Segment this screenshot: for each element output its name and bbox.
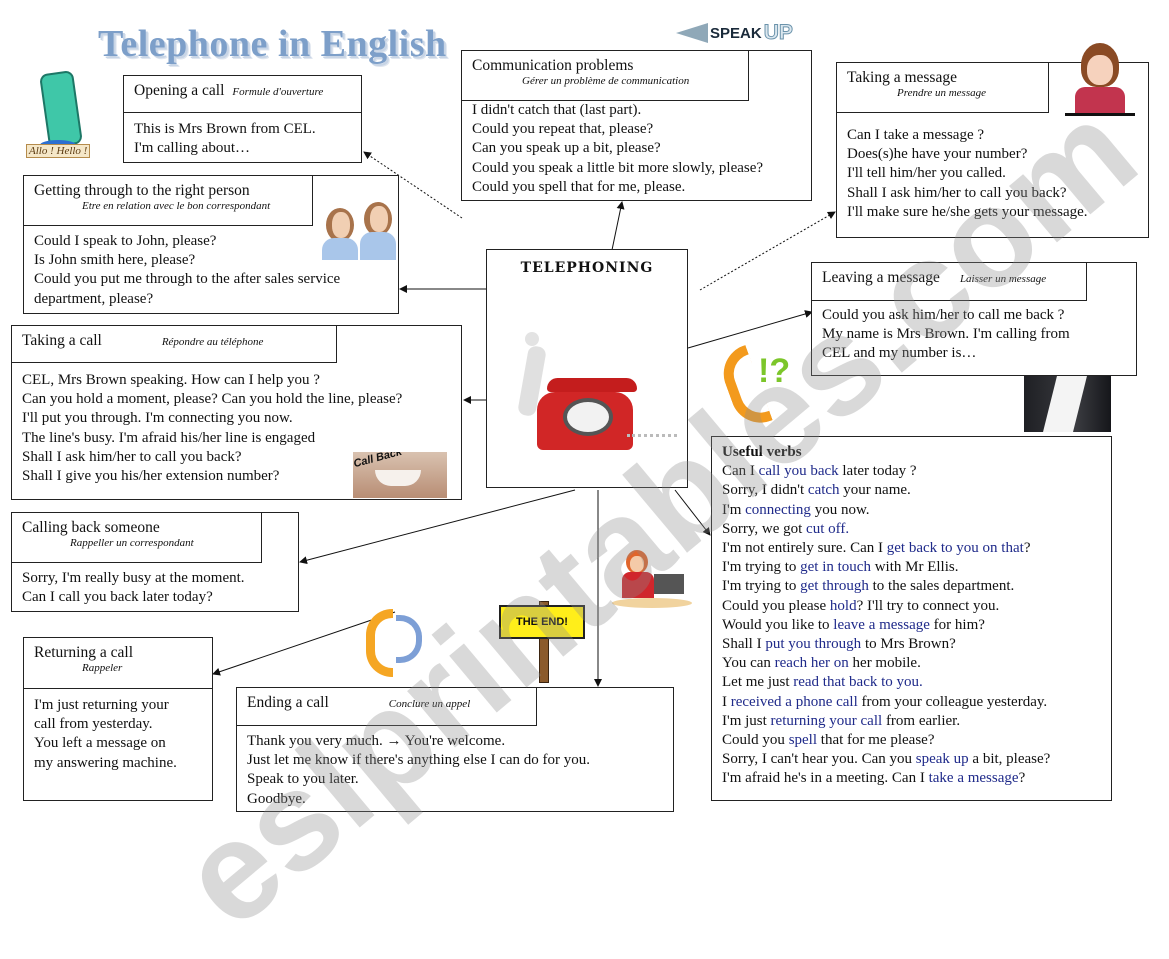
section-body: I didn't catch that (last part). Could y… xyxy=(472,102,764,195)
useful-verb-line: I'm afraid he's in a meeting. Can I take… xyxy=(722,770,1026,787)
red-telephone-image xyxy=(497,290,679,485)
section-header: Getting through to the right person Etre… xyxy=(23,175,313,226)
return-call-icon xyxy=(362,605,430,677)
section-getting-through: Getting through to the right person Etre… xyxy=(23,175,399,314)
useful-verb-line: Let me just read that back to you. xyxy=(722,674,923,691)
section-header: Returning a call Rappeler xyxy=(23,637,213,689)
section-leaving-message: Leaving a message Laisser un message Cou… xyxy=(811,262,1137,376)
speak-up-logo: SPEAK UP xyxy=(676,18,793,48)
office-worker-image xyxy=(612,550,692,632)
section-returning-call: Returning a call Rappeler I'm just retur… xyxy=(23,637,213,801)
section-communication-problems: Communication problems Gérer un problème… xyxy=(461,50,812,201)
verb-highlight: read that back to you. xyxy=(793,674,923,691)
call-back-image: Call Back xyxy=(353,452,447,498)
verb-highlight: catch xyxy=(807,482,840,499)
notepad-image xyxy=(1024,376,1111,432)
stick-figure xyxy=(525,332,539,346)
useful-verbs-list: Useful verbs Can I call you back later t… xyxy=(722,443,1050,789)
arrow-to-calling-back xyxy=(299,489,576,565)
section-taking-call: Taking a call Répondre au téléphone CEL,… xyxy=(11,325,462,500)
useful-verb-line: I'm trying to get through to the sales d… xyxy=(722,578,1015,595)
section-header: Calling back someone Rappeller un corres… xyxy=(11,512,262,563)
useful-verb-line: You can reach her on her mobile. xyxy=(722,655,921,672)
useful-verb-line: Can I call you back later today ? xyxy=(722,463,917,480)
useful-verb-line: Could you please hold? I'll try to conne… xyxy=(722,597,1000,614)
allo-hello-label: Allo ! Hello ! xyxy=(26,144,91,158)
receptionist-image xyxy=(1065,39,1135,121)
verb-highlight: cut off. xyxy=(806,520,850,537)
page-title: Telephone in English xyxy=(98,23,447,65)
section-header: Communication problems Gérer un problème… xyxy=(461,50,749,101)
section-ending-call: Ending a call Conclure un appel Thank yo… xyxy=(236,687,674,812)
section-body: Could you ask him/her to call me back ? … xyxy=(822,307,1070,362)
section-header: Opening a call Formule d'ouverture xyxy=(123,75,362,113)
section-body: This is Mrs Brown from CEL. I'm calling … xyxy=(134,121,316,157)
arrow-to-useful-verbs xyxy=(674,489,711,536)
section-body: Sorry, I'm really busy at the moment. Ca… xyxy=(22,570,245,606)
verb-highlight: returning your call xyxy=(770,712,883,729)
verb-highlight: get through xyxy=(800,578,869,595)
section-header: Ending a call Conclure un appel xyxy=(236,687,537,726)
section-body: Thank you very much. → You're welcome. J… xyxy=(247,733,591,807)
section-body: Could I speak to John, please? Is John s… xyxy=(34,233,341,307)
section-taking-message: Taking a message Prendre un message Can … xyxy=(836,43,1149,238)
useful-verb-line: Sorry, I didn't catch your name. xyxy=(722,482,911,499)
section-calling-back: Calling back someone Rappeller un corres… xyxy=(11,512,299,612)
useful-verb-line: Sorry, I can't hear you. Can you speak u… xyxy=(722,751,1051,768)
useful-verb-line: I'm trying to get in touch with Mr Ellis… xyxy=(722,559,959,576)
useful-verb-line: I received a phone call from your collea… xyxy=(722,693,1048,710)
arrow-to-communication xyxy=(611,201,625,251)
section-header: Leaving a message Laisser un message xyxy=(811,262,1087,301)
verb-highlight: leave a message xyxy=(833,616,930,633)
useful-verb-line: Sorry, we got cut off. xyxy=(722,520,850,537)
section-body: CEL, Mrs Brown speaking. How can I help … xyxy=(22,372,403,485)
section-header: Taking a call Répondre au téléphone xyxy=(11,325,337,363)
useful-verb-line: I'm just returning your call from earlie… xyxy=(722,712,961,729)
section-body: Can I take a message ? Does(s)he have yo… xyxy=(847,127,1088,220)
center-telephoning-card: TELEPHONING xyxy=(486,249,688,488)
verb-highlight: take a message xyxy=(928,770,1019,787)
verb-highlight: hold xyxy=(829,597,857,614)
section-opening-call: Opening a call Formule d'ouverture This … xyxy=(123,75,362,163)
arrow-to-leaving-message xyxy=(687,310,813,349)
verb-highlight: speak up xyxy=(915,751,969,768)
section-header: Taking a message Prendre un message xyxy=(836,62,1049,113)
useful-verb-line: Could you spell that for me please? xyxy=(722,732,935,749)
useful-verb-line: I'm connecting you now. xyxy=(722,501,870,518)
the-end-sign: THE END! xyxy=(499,601,587,683)
section-useful-verbs: Useful verbs Can I call you back later t… xyxy=(711,436,1112,801)
useful-verbs-title: Useful verbs xyxy=(722,444,802,460)
phone-mascot-image: Allo ! Hello ! xyxy=(26,60,96,160)
verb-highlight: get back to you on that xyxy=(886,540,1024,557)
useful-verb-line: I'm not entirely sure. Can I get back to… xyxy=(722,540,1031,557)
useful-verb-line: Shall I put you through to Mrs Brown? xyxy=(722,636,956,653)
verb-highlight: spell xyxy=(788,732,818,749)
useful-verb-line: Would you like to leave a message for hi… xyxy=(722,616,985,633)
verb-highlight: get in touch xyxy=(800,559,871,576)
verb-highlight: call you back xyxy=(758,463,839,480)
section-body: I'm just returning your call from yester… xyxy=(34,697,177,771)
verb-highlight: reach her on xyxy=(774,655,849,672)
megaphone-icon xyxy=(676,23,708,43)
orange-phone-question-icon: !? xyxy=(715,344,792,432)
verb-highlight: connecting xyxy=(745,501,811,518)
verb-highlight: put you through xyxy=(765,636,862,653)
verb-highlight: received a phone call xyxy=(730,693,858,710)
center-title: TELEPHONING xyxy=(520,260,654,276)
